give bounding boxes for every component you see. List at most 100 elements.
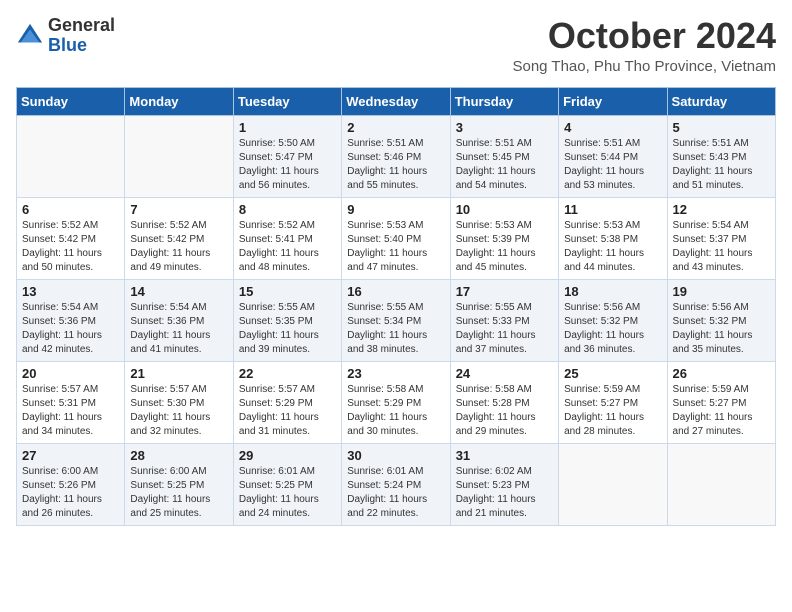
- calendar-cell: 3 Sunrise: 5:51 AMSunset: 5:45 PMDaylight…: [450, 115, 558, 197]
- location: Song Thao, Phu Tho Province, Vietnam: [512, 58, 776, 75]
- day-number: 14: [130, 284, 227, 299]
- calendar-cell: 11 Sunrise: 5:53 AMSunset: 5:38 PMDayligh…: [559, 197, 667, 279]
- day-info: Sunrise: 5:50 AMSunset: 5:47 PMDaylight:…: [239, 137, 336, 193]
- calendar-cell: 2 Sunrise: 5:51 AMSunset: 5:46 PMDaylight…: [342, 115, 450, 197]
- day-of-week-friday: Friday: [559, 87, 667, 115]
- calendar-cell: [17, 115, 125, 197]
- day-info: Sunrise: 5:52 AMSunset: 5:42 PMDaylight:…: [130, 219, 227, 275]
- calendar-cell: 28Sunrise: 6:00 AMSunset: 5:25 PMDayligh…: [125, 443, 233, 525]
- calendar-cell: 17 Sunrise: 5:55 AMSunset: 5:33 PMDayligh…: [450, 279, 558, 361]
- day-number: 16: [347, 284, 444, 299]
- calendar-cell: [667, 443, 775, 525]
- day-of-week-monday: Monday: [125, 87, 233, 115]
- logo-text: General Blue: [48, 16, 115, 56]
- day-number: 3: [456, 120, 553, 135]
- day-info: Sunrise: 5:58 AMSunset: 5:28 PMDaylight:…: [456, 383, 553, 439]
- day-number: 4: [564, 120, 661, 135]
- calendar-cell: 6 Sunrise: 5:52 AMSunset: 5:42 PMDaylight…: [17, 197, 125, 279]
- day-number: 17: [456, 284, 553, 299]
- calendar-cell: 4 Sunrise: 5:51 AMSunset: 5:44 PMDaylight…: [559, 115, 667, 197]
- day-number: 21: [130, 366, 227, 381]
- calendar-header-row: SundayMondayTuesdayWednesdayThursdayFrid…: [17, 87, 776, 115]
- day-of-week-wednesday: Wednesday: [342, 87, 450, 115]
- calendar-cell: 24 Sunrise: 5:58 AMSunset: 5:28 PMDayligh…: [450, 361, 558, 443]
- day-info: Sunrise: 6:00 AMSunset: 5:26 PMDaylight:…: [22, 465, 119, 521]
- day-number: 6: [22, 202, 119, 217]
- day-of-week-thursday: Thursday: [450, 87, 558, 115]
- day-info: Sunrise: 5:58 AMSunset: 5:29 PMDaylight:…: [347, 383, 444, 439]
- calendar-cell: 9 Sunrise: 5:53 AMSunset: 5:40 PMDaylight…: [342, 197, 450, 279]
- day-info: Sunrise: 5:52 AMSunset: 5:42 PMDaylight:…: [22, 219, 119, 275]
- day-info: Sunrise: 5:55 AMSunset: 5:33 PMDaylight:…: [456, 301, 553, 357]
- day-info: Sunrise: 5:56 AMSunset: 5:32 PMDaylight:…: [673, 301, 770, 357]
- calendar-cell: 19 Sunrise: 5:56 AMSunset: 5:32 PMDayligh…: [667, 279, 775, 361]
- day-number: 12: [673, 202, 770, 217]
- calendar-cell: 22 Sunrise: 5:57 AMSunset: 5:29 PMDayligh…: [233, 361, 341, 443]
- day-info: Sunrise: 5:51 AMSunset: 5:45 PMDaylight:…: [456, 137, 553, 193]
- day-info: Sunrise: 5:51 AMSunset: 5:46 PMDaylight:…: [347, 137, 444, 193]
- day-of-week-saturday: Saturday: [667, 87, 775, 115]
- day-number: 8: [239, 202, 336, 217]
- day-number: 2: [347, 120, 444, 135]
- calendar-cell: 27Sunrise: 6:00 AMSunset: 5:26 PMDayligh…: [17, 443, 125, 525]
- calendar-cell: [559, 443, 667, 525]
- day-info: Sunrise: 5:52 AMSunset: 5:41 PMDaylight:…: [239, 219, 336, 275]
- calendar-cell: 14Sunrise: 5:54 AMSunset: 5:36 PMDayligh…: [125, 279, 233, 361]
- calendar-cell: 7 Sunrise: 5:52 AMSunset: 5:42 PMDaylight…: [125, 197, 233, 279]
- logo-icon: [16, 22, 44, 50]
- day-number: 25: [564, 366, 661, 381]
- calendar-cell: 25 Sunrise: 5:59 AMSunset: 5:27 PMDayligh…: [559, 361, 667, 443]
- calendar-cell: 26 Sunrise: 5:59 AMSunset: 5:27 PMDayligh…: [667, 361, 775, 443]
- day-number: 31: [456, 448, 553, 463]
- day-number: 1: [239, 120, 336, 135]
- calendar-cell: 5Sunrise: 5:51 AMSunset: 5:43 PMDaylight…: [667, 115, 775, 197]
- day-number: 7: [130, 202, 227, 217]
- day-info: Sunrise: 5:55 AMSunset: 5:35 PMDaylight:…: [239, 301, 336, 357]
- day-number: 5: [673, 120, 770, 135]
- calendar-cell: 30 Sunrise: 6:01 AMSunset: 5:24 PMDayligh…: [342, 443, 450, 525]
- calendar-cell: 15 Sunrise: 5:55 AMSunset: 5:35 PMDayligh…: [233, 279, 341, 361]
- day-number: 15: [239, 284, 336, 299]
- day-info: Sunrise: 6:01 AMSunset: 5:24 PMDaylight:…: [347, 465, 444, 521]
- day-info: Sunrise: 5:53 AMSunset: 5:38 PMDaylight:…: [564, 219, 661, 275]
- calendar-week-row: 20 Sunrise: 5:57 AMSunset: 5:31 PMDayligh…: [17, 361, 776, 443]
- day-info: Sunrise: 5:51 AMSunset: 5:44 PMDaylight:…: [564, 137, 661, 193]
- day-info: Sunrise: 5:57 AMSunset: 5:31 PMDaylight:…: [22, 383, 119, 439]
- calendar-cell: 29Sunrise: 6:01 AMSunset: 5:25 PMDayligh…: [233, 443, 341, 525]
- day-info: Sunrise: 5:54 AMSunset: 5:36 PMDaylight:…: [22, 301, 119, 357]
- day-number: 20: [22, 366, 119, 381]
- day-info: Sunrise: 5:56 AMSunset: 5:32 PMDaylight:…: [564, 301, 661, 357]
- day-number: 11: [564, 202, 661, 217]
- calendar-cell: [125, 115, 233, 197]
- calendar-cell: 31 Sunrise: 6:02 AMSunset: 5:23 PMDayligh…: [450, 443, 558, 525]
- day-info: Sunrise: 5:54 AMSunset: 5:37 PMDaylight:…: [673, 219, 770, 275]
- logo: General Blue: [16, 16, 115, 56]
- calendar-cell: 8 Sunrise: 5:52 AMSunset: 5:41 PMDaylight…: [233, 197, 341, 279]
- day-info: Sunrise: 6:02 AMSunset: 5:23 PMDaylight:…: [456, 465, 553, 521]
- month-title: October 2024: [512, 16, 776, 56]
- calendar-cell: 10 Sunrise: 5:53 AMSunset: 5:39 PMDayligh…: [450, 197, 558, 279]
- day-info: Sunrise: 6:01 AMSunset: 5:25 PMDaylight:…: [239, 465, 336, 521]
- day-info: Sunrise: 5:57 AMSunset: 5:29 PMDaylight:…: [239, 383, 336, 439]
- day-number: 13: [22, 284, 119, 299]
- day-info: Sunrise: 5:59 AMSunset: 5:27 PMDaylight:…: [673, 383, 770, 439]
- day-of-week-sunday: Sunday: [17, 87, 125, 115]
- day-info: Sunrise: 5:59 AMSunset: 5:27 PMDaylight:…: [564, 383, 661, 439]
- title-block: October 2024 Song Thao, Phu Tho Province…: [512, 16, 776, 75]
- day-number: 23: [347, 366, 444, 381]
- day-number: 26: [673, 366, 770, 381]
- calendar-cell: 20 Sunrise: 5:57 AMSunset: 5:31 PMDayligh…: [17, 361, 125, 443]
- day-number: 9: [347, 202, 444, 217]
- day-number: 22: [239, 366, 336, 381]
- day-number: 10: [456, 202, 553, 217]
- page-header: General Blue October 2024 Song Thao, Phu…: [16, 16, 776, 75]
- calendar-table: SundayMondayTuesdayWednesdayThursdayFrid…: [16, 87, 776, 526]
- day-number: 30: [347, 448, 444, 463]
- day-number: 24: [456, 366, 553, 381]
- day-info: Sunrise: 5:53 AMSunset: 5:39 PMDaylight:…: [456, 219, 553, 275]
- day-info: Sunrise: 5:53 AMSunset: 5:40 PMDaylight:…: [347, 219, 444, 275]
- calendar-week-row: 6 Sunrise: 5:52 AMSunset: 5:42 PMDaylight…: [17, 197, 776, 279]
- calendar-week-row: 13 Sunrise: 5:54 AMSunset: 5:36 PMDayligh…: [17, 279, 776, 361]
- day-number: 19: [673, 284, 770, 299]
- calendar-cell: 18Sunrise: 5:56 AMSunset: 5:32 PMDayligh…: [559, 279, 667, 361]
